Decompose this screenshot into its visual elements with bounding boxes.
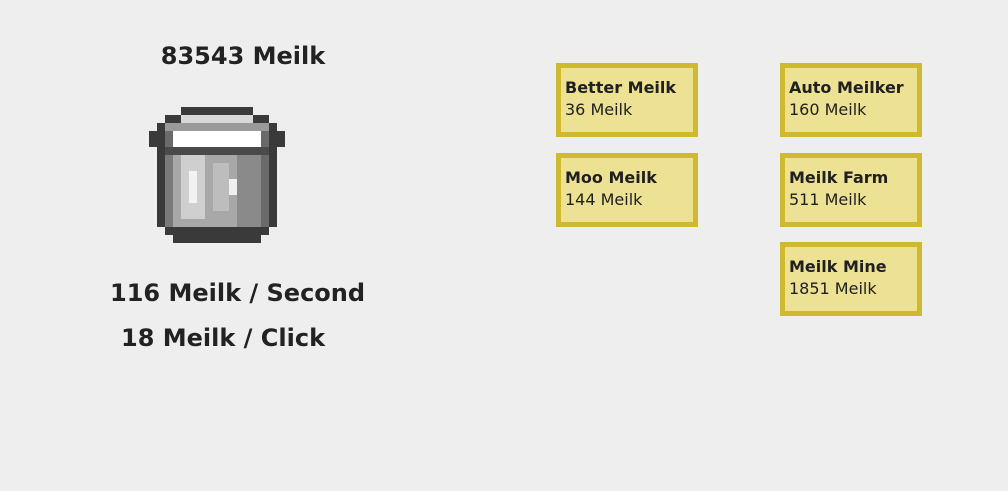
milk-total: 83543 Meilk [160, 42, 326, 70]
milk-bucket-button[interactable] [149, 105, 285, 245]
milk-per-click: 18 Meilk / Click [121, 324, 326, 352]
milk-per-second: 116 Meilk / Second [110, 279, 366, 307]
upgrade-name: Better Meilk [565, 78, 677, 97]
upgrade-name: Moo Meilk [565, 168, 657, 187]
upgrade-name: Meilk Farm [789, 168, 889, 187]
upgrade-moo-meilk[interactable]: Moo Meilk 144 Meilk [556, 153, 698, 227]
upgrade-better-meilk[interactable]: Better Meilk 36 Meilk [556, 63, 698, 137]
milk-bucket-icon [149, 107, 285, 243]
upgrade-meilk-mine[interactable]: Meilk Mine 1851 Meilk [780, 242, 922, 316]
upgrade-auto-meilker[interactable]: Auto Meilker 160 Meilk [780, 63, 922, 137]
upgrade-name: Auto Meilker [789, 78, 904, 97]
upgrade-cost: 1851 Meilk [789, 279, 877, 298]
upgrade-meilk-farm[interactable]: Meilk Farm 511 Meilk [780, 153, 922, 227]
upgrade-cost: 144 Meilk [565, 190, 643, 209]
upgrade-cost: 160 Meilk [789, 100, 867, 119]
upgrade-cost: 36 Meilk [565, 100, 633, 119]
upgrade-name: Meilk Mine [789, 257, 887, 276]
upgrade-cost: 511 Meilk [789, 190, 867, 209]
game-screen: 83543 Meilk 116 Meilk / Second 18 Meilk … [0, 0, 1008, 491]
